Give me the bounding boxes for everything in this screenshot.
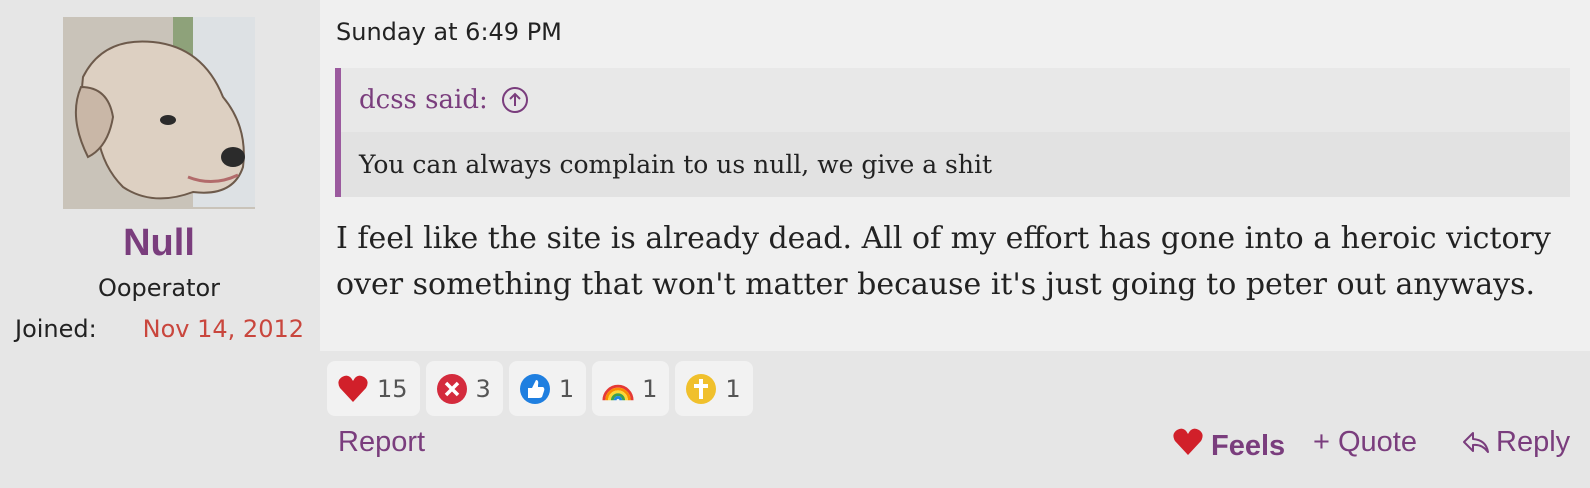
heart-icon xyxy=(337,373,369,405)
reaction-thumbs-up[interactable]: 1 xyxy=(508,361,587,416)
reaction-count: 3 xyxy=(475,374,491,403)
cross-icon xyxy=(685,373,717,405)
reaction-heart[interactable]: 15 xyxy=(327,361,420,416)
reaction-count: 1 xyxy=(725,374,741,403)
post-timestamp[interactable]: Sunday at 6:49 PM xyxy=(336,18,562,46)
username[interactable]: Null xyxy=(0,222,318,265)
reaction-cross[interactable]: 1 xyxy=(675,361,753,416)
feels-label: Feels xyxy=(1211,429,1286,462)
quote-author[interactable]: dcss said: xyxy=(359,85,488,115)
user-title: Ooperator xyxy=(97,274,221,302)
x-icon xyxy=(436,373,468,405)
post-content: Sunday at 6:49 PM dcss said: You can alw… xyxy=(320,0,1590,351)
user-info-column: Null Ooperator Joined: Nov 14, 2012 xyxy=(0,0,318,488)
joined-date: Nov 14, 2012 xyxy=(142,315,304,343)
joined-label: Joined: xyxy=(15,315,97,343)
reaction-count: 1 xyxy=(558,374,575,403)
feels-button[interactable]: Feels xyxy=(1171,426,1285,466)
avatar[interactable] xyxy=(63,17,255,209)
arrow-up-circle-icon[interactable] xyxy=(501,87,528,113)
reactions-bar: 15 3 1 1 1 xyxy=(327,361,753,416)
thumbs-up-icon xyxy=(519,373,551,405)
reaction-rainbow[interactable]: 1 xyxy=(592,361,670,416)
reaction-count: 1 xyxy=(642,374,658,403)
report-link[interactable]: Report xyxy=(338,426,425,459)
quote-text: You can always complain to us null, we g… xyxy=(341,132,1570,197)
quote-block: dcss said: You can always complain to us… xyxy=(335,68,1570,197)
reply-button[interactable]: Reply xyxy=(1462,426,1570,459)
reply-label: Reply xyxy=(1496,426,1571,458)
reaction-x[interactable]: 3 xyxy=(425,361,503,416)
heart-icon xyxy=(1171,426,1205,466)
joined-row: Joined: Nov 14, 2012 xyxy=(15,315,304,343)
reaction-count: 15 xyxy=(377,374,408,403)
reply-icon xyxy=(1462,430,1490,456)
forum-post: Null Ooperator Joined: Nov 14, 2012 Sund… xyxy=(0,0,1590,488)
quote-button[interactable]: + Quote xyxy=(1313,426,1417,459)
dog-avatar-image xyxy=(63,17,255,209)
rainbow-icon xyxy=(602,373,634,405)
quote-header: dcss said: xyxy=(341,68,1570,132)
post-message: I feel like the site is already dead. Al… xyxy=(336,221,1551,302)
